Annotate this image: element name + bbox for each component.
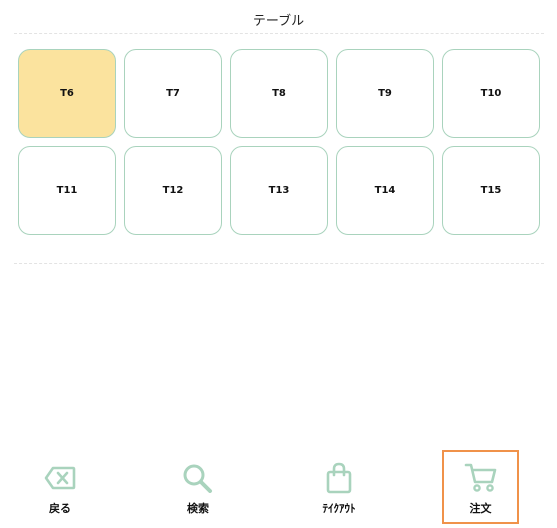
table-tile-t8[interactable]: T8 [230,49,328,138]
backspace-icon [43,462,77,494]
table-tile-t12[interactable]: T12 [124,146,222,235]
table-grid: T6 T7 T8 T9 T10 T11 T12 T13 T14 T15 [18,49,540,235]
table-tile-t15[interactable]: T15 [442,146,540,235]
takeout-button[interactable]: ﾃｲｸｱｳﾄ [301,450,377,524]
bottom-nav: 戻る 検索 ﾃｲｸｱｳﾄ 注文 [0,450,557,528]
bottom-divider [14,263,544,264]
search-label: 検索 [187,502,209,515]
table-tile-t9[interactable]: T9 [336,49,434,138]
table-select-screen: テーブル T6 T7 T8 T9 T10 T11 T12 T13 T14 T15… [0,0,557,528]
table-tile-t14[interactable]: T14 [336,146,434,235]
table-tile-t13[interactable]: T13 [230,146,328,235]
shopping-bag-icon [322,462,356,494]
shopping-cart-icon [464,462,498,494]
back-label: 戻る [49,502,71,515]
order-button[interactable]: 注文 [442,450,519,524]
page-title: テーブル [252,14,305,29]
search-button[interactable]: 検索 [160,450,236,524]
order-label: 注文 [469,502,492,515]
table-tile-t10[interactable]: T10 [442,49,540,138]
back-button[interactable]: 戻る [22,450,98,524]
search-icon [181,462,215,494]
top-divider [14,33,544,34]
table-tile-t6[interactable]: T6 [18,49,116,138]
table-tile-t11[interactable]: T11 [18,146,116,235]
takeout-label: ﾃｲｸｱｳﾄ [322,502,356,515]
table-tile-t7[interactable]: T7 [124,49,222,138]
